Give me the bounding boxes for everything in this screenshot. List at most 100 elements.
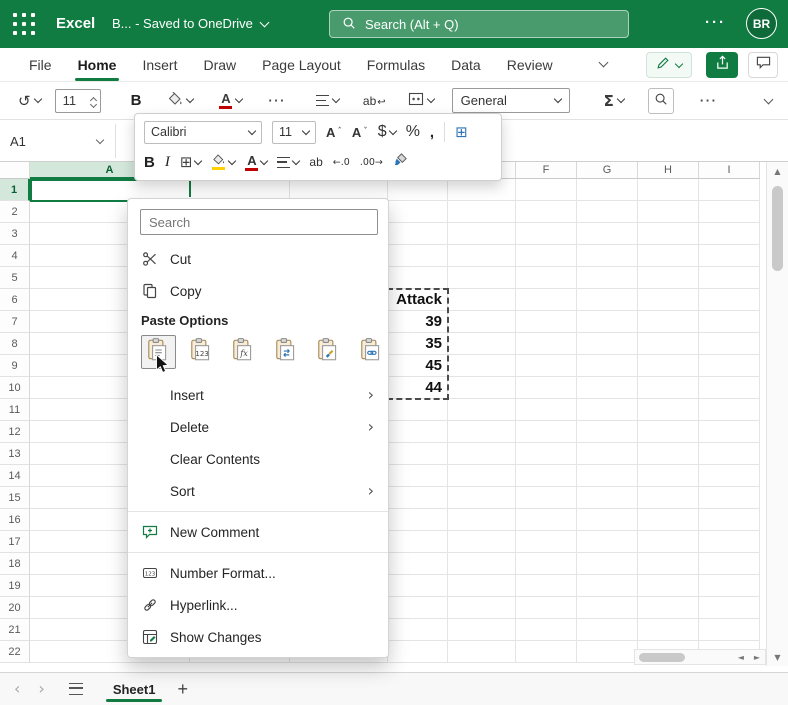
mini-font-color-button[interactable]: A — [245, 154, 267, 171]
menu-item-clear-contents[interactable]: Clear Contents — [128, 443, 388, 475]
share-button[interactable] — [706, 52, 738, 78]
previous-sheet-icon[interactable]: ‹ — [14, 681, 20, 697]
next-sheet-icon[interactable]: › — [38, 681, 44, 697]
alignment-button[interactable] — [316, 95, 339, 106]
number-format-select[interactable]: General — [452, 88, 570, 113]
menu-item-show-changes[interactable]: Show Changes — [128, 621, 388, 653]
toolbar-overflow-icon[interactable]: ··· — [268, 93, 286, 108]
row-header-11[interactable]: 11 — [0, 399, 30, 421]
sheet-tab-sheet1[interactable]: Sheet1 — [101, 673, 168, 705]
mini-fill-color-button[interactable] — [211, 154, 235, 170]
menu-item-sort[interactable]: Sort › — [128, 475, 388, 507]
select-all-corner[interactable] — [0, 162, 30, 179]
paste-formulas-button[interactable]: fx — [226, 335, 261, 369]
mini-wrap-text-button[interactable]: ab — [309, 155, 322, 169]
collapse-ribbon-chevron-icon[interactable] — [764, 94, 774, 104]
row-header-21[interactable]: 21 — [0, 619, 30, 641]
column-header-I[interactable]: I — [699, 162, 760, 179]
increase-decimal-button[interactable]: .00→ — [360, 157, 383, 168]
merge-cells-button[interactable] — [408, 92, 434, 109]
paste-transpose-button[interactable] — [269, 335, 304, 369]
ribbon-tab-data[interactable]: Data — [438, 48, 494, 81]
row-header-3[interactable]: 3 — [0, 223, 30, 245]
ribbon-tab-home[interactable]: Home — [65, 48, 130, 81]
format-painter-button[interactable] — [393, 152, 408, 172]
font-color-button[interactable]: A — [219, 92, 242, 109]
accounting-format-button[interactable]: $ — [378, 123, 396, 141]
ribbon-tab-draw[interactable]: Draw — [190, 48, 249, 81]
row-header-2[interactable]: 2 — [0, 201, 30, 223]
find-button[interactable] — [648, 88, 674, 114]
menu-item-number-format[interactable]: 123 Number Format... — [128, 557, 388, 589]
row-header-10[interactable]: 10 — [0, 377, 30, 399]
mini-bold-button[interactable]: B — [144, 154, 155, 171]
menu-item-new-comment[interactable]: New Comment — [128, 516, 388, 548]
ribbon-tab-insert[interactable]: Insert — [129, 48, 190, 81]
scroll-left-button[interactable]: ◄ — [733, 653, 749, 662]
font-size-spinner[interactable] — [91, 95, 96, 107]
row-header-9[interactable]: 9 — [0, 355, 30, 377]
ribbon-tab-review[interactable]: Review — [494, 48, 566, 81]
autosum-button[interactable]: Σ — [604, 92, 624, 110]
ribbon-tab-formulas[interactable]: Formulas — [354, 48, 438, 81]
fill-color-button[interactable] — [167, 92, 193, 110]
grow-font-button[interactable]: Aˆ — [326, 125, 342, 140]
column-header-G[interactable]: G — [577, 162, 638, 179]
mini-font-size-select[interactable]: 11 — [272, 121, 316, 144]
scroll-down-button[interactable]: ▼ — [767, 648, 788, 666]
paste-link-button[interactable] — [354, 335, 389, 369]
row-header-19[interactable]: 19 — [0, 575, 30, 597]
avatar[interactable]: BR — [746, 8, 777, 39]
add-sheet-button[interactable]: + — [177, 680, 188, 698]
app-launcher-icon[interactable] — [13, 13, 36, 36]
borders-button[interactable]: ⊞ — [180, 153, 202, 171]
row-header-1[interactable]: 1 — [0, 179, 30, 201]
percent-style-button[interactable]: % — [406, 123, 420, 141]
header-more-icon[interactable]: ··· — [705, 14, 726, 31]
ribbon-tab-page-layout[interactable]: Page Layout — [249, 48, 354, 81]
mini-italic-button[interactable]: I — [165, 154, 170, 171]
menu-item-copy[interactable]: Copy — [128, 275, 388, 307]
scroll-up-button[interactable]: ▲ — [767, 162, 788, 180]
menu-item-delete[interactable]: Delete › — [128, 411, 388, 443]
toolbar-overflow-2-icon[interactable]: ··· — [700, 93, 718, 108]
mini-alignment-button[interactable] — [277, 157, 299, 168]
vertical-scroll-thumb[interactable] — [772, 186, 783, 271]
search-input[interactable]: Search (Alt + Q) — [329, 10, 629, 38]
name-box[interactable]: A1 — [0, 126, 115, 156]
menu-item-insert[interactable]: Insert › — [128, 379, 388, 411]
paste-values-button[interactable]: 123 — [184, 335, 219, 369]
row-header-15[interactable]: 15 — [0, 487, 30, 509]
shrink-font-button[interactable]: Aˇ — [352, 125, 368, 140]
row-header-13[interactable]: 13 — [0, 443, 30, 465]
row-header-7[interactable]: 7 — [0, 311, 30, 333]
context-menu-search-input[interactable] — [140, 209, 378, 235]
row-header-20[interactable]: 20 — [0, 597, 30, 619]
vertical-scrollbar[interactable]: ▲ ▼ — [766, 162, 788, 666]
row-header-8[interactable]: 8 — [0, 333, 30, 355]
format-as-table-button[interactable]: ⊞ — [455, 123, 468, 141]
row-header-17[interactable]: 17 — [0, 531, 30, 553]
menu-item-cut[interactable]: Cut — [128, 243, 388, 275]
undo-button[interactable]: ↺ — [18, 92, 41, 110]
row-header-12[interactable]: 12 — [0, 421, 30, 443]
row-header-14[interactable]: 14 — [0, 465, 30, 487]
column-header-F[interactable]: F — [516, 162, 577, 179]
row-header-5[interactable]: 5 — [0, 267, 30, 289]
font-name-select[interactable]: Calibri — [144, 121, 262, 144]
row-header-6[interactable]: 6 — [0, 289, 30, 311]
horizontal-scrollbar[interactable]: ◄ ► — [634, 649, 766, 665]
horizontal-scroll-thumb[interactable] — [639, 653, 685, 662]
comments-button[interactable] — [748, 52, 778, 78]
wrap-text-button[interactable]: ab ↩ — [363, 94, 386, 108]
scroll-right-button[interactable]: ► — [749, 653, 765, 662]
decrease-decimal-button[interactable]: ←.0 — [333, 157, 350, 168]
bold-button[interactable]: B — [131, 92, 142, 109]
row-header-16[interactable]: 16 — [0, 509, 30, 531]
row-header-22[interactable]: 22 — [0, 641, 30, 663]
menu-item-hyperlink[interactable]: Hyperlink... — [128, 589, 388, 621]
row-header-4[interactable]: 4 — [0, 245, 30, 267]
font-size-input[interactable]: 11 — [55, 89, 101, 113]
ribbon-tab-file[interactable]: File — [16, 48, 65, 81]
row-header-18[interactable]: 18 — [0, 553, 30, 575]
